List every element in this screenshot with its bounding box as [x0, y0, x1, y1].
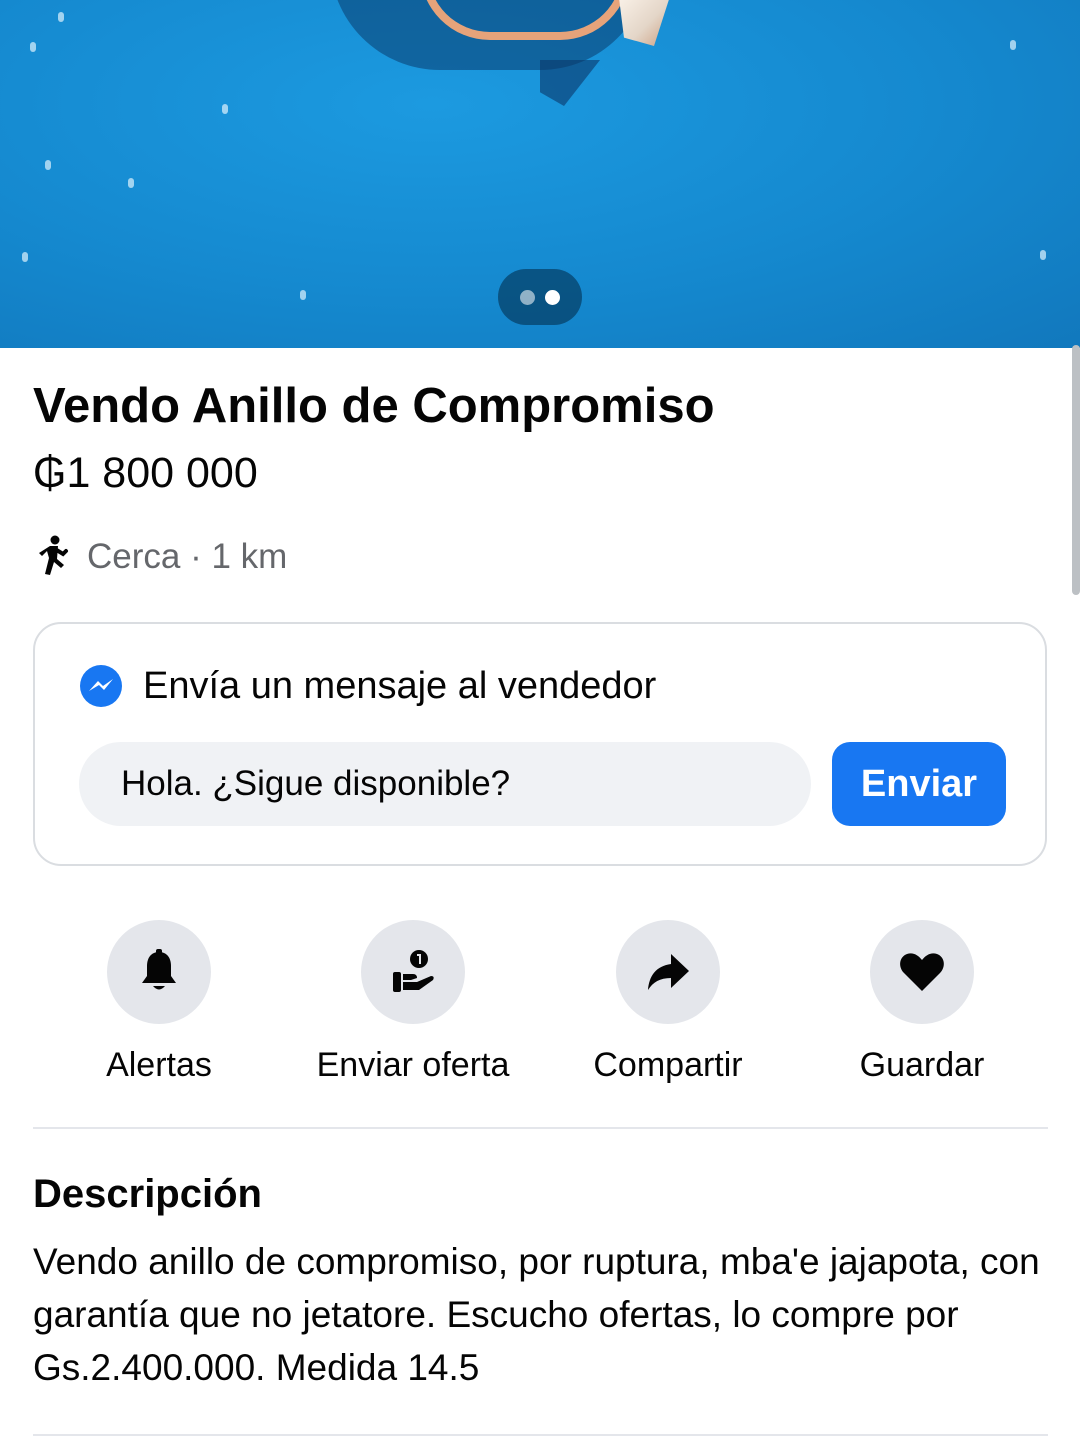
action-label: Guardar	[859, 1046, 985, 1084]
speck	[1040, 250, 1046, 260]
speck	[300, 290, 306, 300]
location-text: Cerca · 1 km	[87, 537, 288, 576]
offer-icon	[393, 950, 434, 992]
action-label: Enviar oferta	[316, 1046, 510, 1084]
carousel-indicator[interactable]	[498, 269, 582, 325]
speck	[22, 252, 28, 262]
ring-shadow-tail	[540, 60, 600, 106]
share-icon	[648, 954, 689, 990]
messenger-icon	[80, 665, 122, 707]
carousel-dot-active[interactable]	[545, 289, 560, 305]
listing-price: ₲1 800 000	[33, 449, 258, 497]
speck	[30, 42, 36, 52]
message-input[interactable]: Hola. ¿Sigue disponible?	[79, 742, 811, 826]
speck	[128, 178, 134, 188]
divider	[33, 1434, 1048, 1436]
action-label: Compartir	[593, 1046, 743, 1084]
action-label: Alertas	[106, 1046, 212, 1084]
message-seller-card: Envía un mensaje al vendedor Hola. ¿Sigu…	[33, 622, 1047, 866]
share-icon-circle[interactable]	[616, 920, 720, 1024]
divider	[33, 1127, 1048, 1129]
alerts-button[interactable]: Alertas	[39, 920, 279, 1085]
offer-icon-circle[interactable]	[361, 920, 465, 1024]
speck	[222, 104, 228, 114]
message-heading-row: Envía un mensaje al vendedor	[79, 664, 656, 708]
send-button[interactable]: Enviar	[832, 742, 1006, 826]
speck	[1010, 40, 1016, 50]
alerts-icon-circle[interactable]	[107, 920, 211, 1024]
save-button[interactable]: Guardar	[802, 920, 1042, 1085]
heart-icon	[900, 953, 944, 991]
listing-title: Vendo Anillo de Compromiso	[33, 379, 715, 433]
walking-person-icon	[39, 535, 68, 575]
description-text: Vendo anillo de compromiso, por ruptura,…	[33, 1241, 1040, 1388]
location-row: Cerca · 1 km	[33, 532, 287, 582]
carousel-dot[interactable]	[520, 289, 535, 305]
description-heading: Descripción	[33, 1172, 262, 1216]
scrollbar[interactable]	[1072, 345, 1080, 595]
bell-icon	[142, 949, 176, 990]
message-heading: Envía un mensaje al vendedor	[143, 664, 657, 707]
speck	[45, 160, 51, 170]
save-icon-circle[interactable]	[870, 920, 974, 1024]
speck	[58, 12, 64, 22]
listing-photo[interactable]	[0, 0, 1080, 348]
share-button[interactable]: Compartir	[548, 920, 788, 1085]
send-offer-button[interactable]: Enviar oferta	[293, 920, 533, 1085]
